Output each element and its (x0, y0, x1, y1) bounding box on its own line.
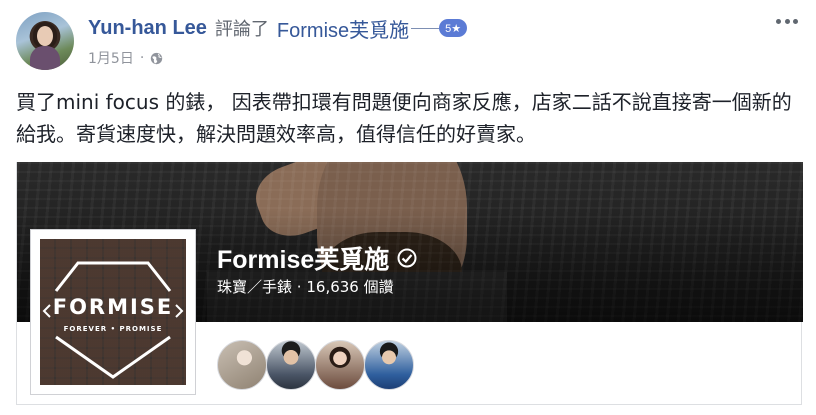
page-logo[interactable]: FORMISE FOREVER • PROMISE (30, 229, 196, 395)
page-like-count: 16,636 個讚 (306, 278, 394, 296)
author-name-link[interactable]: Yun-han Lee (88, 17, 207, 40)
post-body-text: 買了mini focus 的錶， 因表帶扣環有問題便向商家反應，店家二話不說直接… (16, 90, 792, 146)
more-dot (776, 18, 781, 24)
friend-avatar-1[interactable] (217, 340, 267, 390)
page-preview-card[interactable]: FORMISE FOREVER • PROMISE Formise芙覓施 珠寶／… (16, 162, 803, 405)
more-options-icon[interactable] (776, 14, 798, 28)
meta-separator: · (139, 50, 145, 66)
friend-avatar-4[interactable] (364, 340, 414, 390)
page-title-link[interactable]: Formise芙覓施 (217, 240, 389, 276)
avatar-face (37, 26, 53, 46)
logo-tagline: FOREVER • PROMISE (63, 325, 163, 333)
author-avatar[interactable] (16, 12, 74, 70)
avatar-body (30, 46, 60, 70)
action-text: 評論了 (214, 19, 269, 40)
friend-avatar-2[interactable] (266, 340, 316, 390)
post-headline: Yun-han Lee 評論了 Formise芙覓施 5★ (88, 14, 468, 43)
logo-wordmark: FORMISE (52, 295, 174, 319)
friend-avatar-3[interactable] (315, 340, 365, 390)
more-dot (793, 18, 798, 24)
friends-who-like (217, 340, 414, 390)
verified-check-icon (397, 248, 417, 268)
logo-image: FORMISE FOREVER • PROMISE (40, 239, 186, 385)
page-category: 珠寶／手錶 (217, 278, 293, 296)
more-dot (784, 18, 790, 24)
likes-separator: · (296, 278, 302, 296)
post-meta: 1月5日 · (88, 48, 163, 68)
page-title: Formise芙覓施 (217, 240, 417, 276)
globe-icon[interactable] (150, 52, 163, 65)
post-date-link[interactable]: 1月5日 (88, 48, 134, 68)
rating-connector (411, 27, 440, 29)
rating-badge: 5★ (439, 19, 468, 37)
page-category-likes: 珠寶／手錶 · 16,636 個讚 (217, 276, 394, 297)
review-post: Yun-han Lee 評論了 Formise芙覓施 5★ 1月5日 · 買了m… (0, 0, 816, 415)
page-name-link[interactable]: Formise芙覓施 (277, 14, 409, 43)
